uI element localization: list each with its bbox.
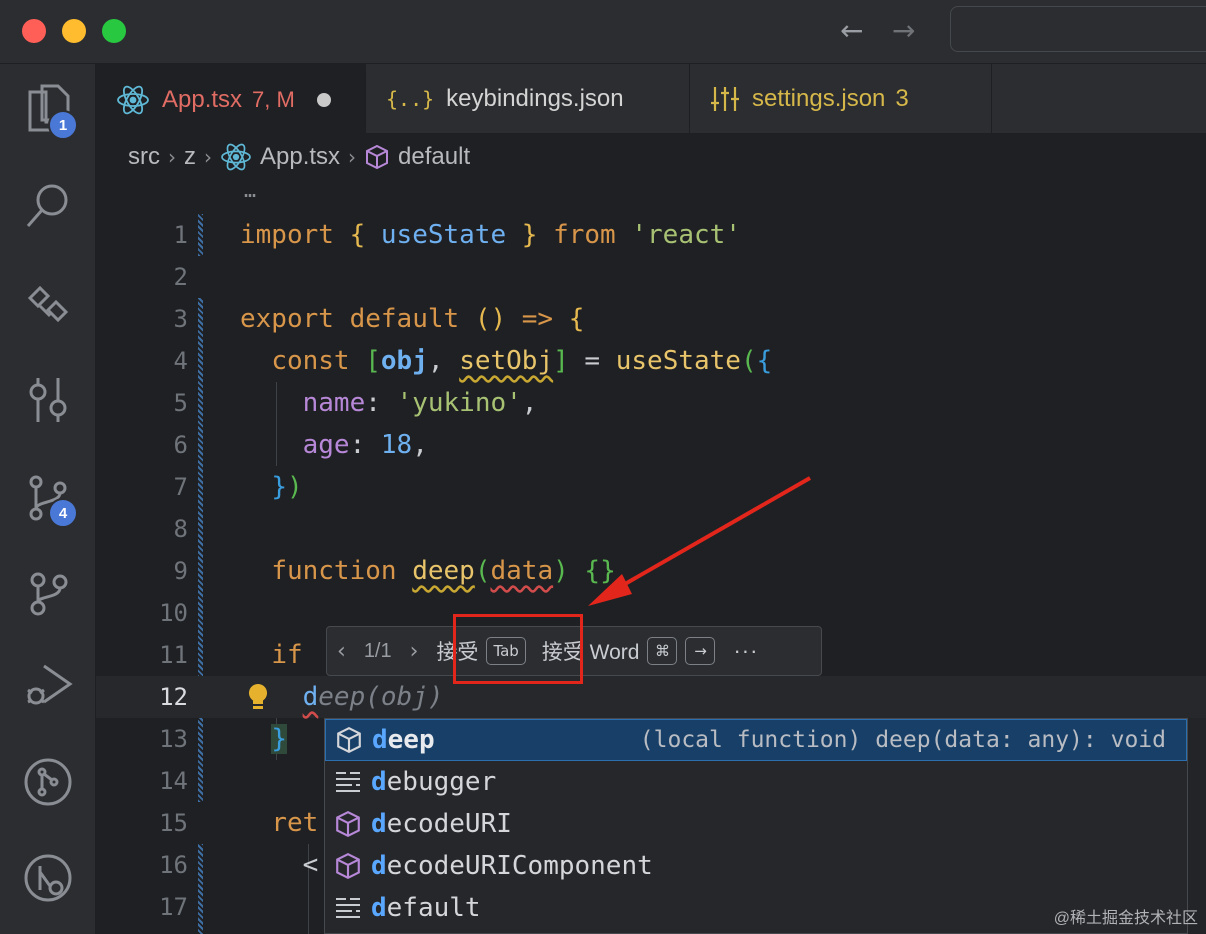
tab-label: settings.json: [752, 85, 886, 112]
code-line-current: 12 deep(obj): [96, 676, 1206, 718]
suggestion-item[interactable]: deep (local function) deep(data: any): v…: [325, 719, 1187, 761]
breadcrumb-item[interactable]: default: [398, 143, 470, 171]
tab-label: keybindings.json: [446, 85, 624, 112]
tab-app-tsx[interactable]: App.tsx 7, M: [96, 64, 366, 134]
code-line: 6 age: 18,: [173, 430, 428, 460]
maximize-window-button[interactable]: [102, 19, 126, 43]
settings-sliders-icon: [710, 85, 740, 113]
annotation-highlight-box: [453, 614, 583, 684]
breadcrumb-item[interactable]: z: [184, 143, 196, 171]
command-key-icon: ⌘: [647, 637, 678, 665]
command-center-search[interactable]: [950, 6, 1206, 52]
explorer-icon[interactable]: 1: [22, 82, 78, 140]
breadcrumb-item[interactable]: App.tsx: [260, 143, 340, 171]
tab-problem-status: 7, M: [252, 87, 295, 112]
editor-scrollbar[interactable]: [1188, 718, 1206, 934]
cube-icon: [364, 144, 390, 170]
suggestion-item[interactable]: decodeURIComponent: [325, 845, 1187, 887]
react-icon: [116, 85, 150, 115]
minimize-window-button[interactable]: [62, 19, 86, 43]
inline-ghost-suggestion: eep(obj): [318, 682, 444, 712]
tab-problem-count: 3: [895, 85, 909, 112]
cube-purple-icon: [325, 852, 371, 880]
chevron-right-icon: ›: [204, 145, 212, 169]
search-icon[interactable]: [22, 180, 74, 232]
annotation-arrow-icon: [588, 476, 811, 606]
suggestion-item[interactable]: decodeURI: [325, 803, 1187, 845]
git-graph-icon[interactable]: [22, 568, 74, 620]
extensions-structure-icon[interactable]: [22, 280, 74, 332]
next-suggestion-icon[interactable]: ›: [400, 639, 429, 664]
cube-purple-icon: [325, 810, 371, 838]
source-control-icon[interactable]: 4: [22, 472, 78, 528]
snippet-icon: [325, 770, 371, 794]
previous-suggestion-icon[interactable]: ‹: [327, 639, 356, 664]
breadcrumb: src › z › App.tsx › default: [128, 142, 470, 172]
suggestion-item[interactable]: debugger: [325, 761, 1187, 803]
activity-bar: 1 4: [0, 64, 96, 934]
autocomplete-suggestion-list: deep (local function) deep(data: any): v…: [324, 718, 1188, 934]
code-line: 4 const [obj, setObj] = useState({: [173, 346, 773, 376]
explorer-badge: 1: [48, 110, 78, 140]
editor-tab-bar: App.tsx 7, M {..} keybindings.json setti…: [96, 64, 1206, 134]
tab-keybindings-json[interactable]: {..} keybindings.json: [366, 64, 690, 134]
go-back-icon[interactable]: ←: [840, 14, 863, 47]
watermark: @稀土掘金技术社区: [1053, 910, 1198, 927]
go-forward-icon[interactable]: →: [892, 14, 915, 47]
unsaved-dot-icon[interactable]: [316, 93, 331, 107]
chevron-right-icon: ›: [168, 145, 176, 169]
react-icon: [220, 143, 252, 171]
folded-region-marker[interactable]: …: [244, 178, 256, 202]
close-window-button[interactable]: [22, 19, 46, 43]
cube-icon: [326, 726, 372, 754]
more-actions-icon[interactable]: ···: [723, 638, 768, 664]
breadcrumb-item[interactable]: src: [128, 143, 160, 171]
snippet-icon: [325, 896, 371, 920]
settings-sliders-icon[interactable]: [22, 374, 74, 426]
tab-label: App.tsx: [162, 86, 243, 113]
right-arrow-key-icon: →: [685, 637, 716, 665]
title-bar: ← →: [0, 0, 1206, 64]
code-line: 2: [173, 263, 188, 291]
suggestion-counter: 1/1: [363, 639, 392, 662]
tab-settings-json[interactable]: settings.json 3: [690, 64, 992, 134]
remote-explorer-icon[interactable]: [22, 852, 74, 904]
json-icon: {..}: [386, 87, 435, 111]
code-line: 3 export default () => {: [173, 304, 585, 334]
source-control-badge: 4: [48, 498, 78, 528]
run-debug-icon[interactable]: [22, 660, 74, 712]
git-lens-icon[interactable]: [22, 756, 74, 808]
chevron-right-icon: ›: [348, 145, 357, 169]
code-line: 5 name: 'yukino',: [173, 388, 538, 418]
code-line: 1 import { useState } from 'react': [173, 220, 741, 250]
suggestion-detail: (local function) deep(data: any): void: [639, 727, 1166, 753]
